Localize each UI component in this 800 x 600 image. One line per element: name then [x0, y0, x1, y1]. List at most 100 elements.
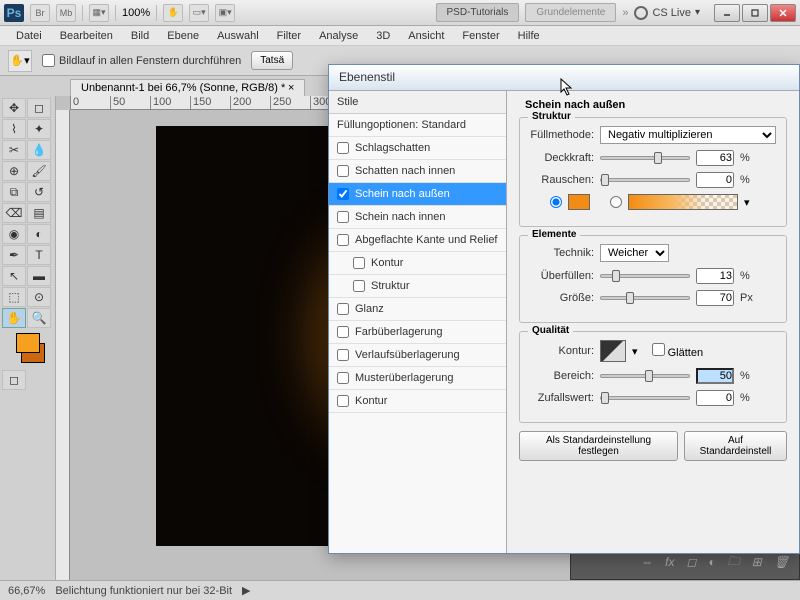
menu-3d[interactable]: 3D: [368, 28, 398, 44]
trash-icon[interactable]: 🗑: [774, 555, 789, 569]
path-select-tool[interactable]: ↖: [2, 266, 26, 286]
folder-icon[interactable]: 🗀: [728, 552, 740, 573]
maximize-button[interactable]: [742, 4, 768, 22]
contour-dropdown-icon[interactable]: ▾: [632, 345, 638, 358]
hand-tool-icon[interactable]: ✋: [163, 4, 183, 22]
move-tool[interactable]: ✥: [2, 98, 26, 118]
type-tool[interactable]: T: [27, 245, 51, 265]
menu-fenster[interactable]: Fenster: [454, 28, 507, 44]
stroke-item[interactable]: Kontur: [329, 390, 506, 413]
range-slider[interactable]: [600, 374, 690, 378]
workspace-tab-grundelemente[interactable]: Grundelemente: [525, 3, 616, 22]
bevel-item[interactable]: Abgeflachte Kante und Relief: [329, 229, 506, 252]
spread-input[interactable]: [696, 268, 734, 284]
workspace-tab-tutorials[interactable]: PSD-Tutorials: [436, 3, 520, 22]
size-slider[interactable]: [600, 296, 690, 300]
menu-filter[interactable]: Filter: [269, 28, 309, 44]
heal-tool[interactable]: ⊕: [2, 161, 26, 181]
history-brush-tool[interactable]: ↺: [27, 182, 51, 202]
marquee-tool[interactable]: ◻: [27, 98, 51, 118]
bevel-contour-item[interactable]: Kontur: [329, 252, 506, 275]
hand-tool[interactable]: ✋: [2, 308, 26, 328]
zoom-tool[interactable]: 🔍: [27, 308, 51, 328]
blur-tool[interactable]: ◉: [2, 224, 26, 244]
stamp-tool[interactable]: ⧉: [2, 182, 26, 202]
crop-tool[interactable]: ✂: [2, 140, 26, 160]
menu-analyse[interactable]: Analyse: [311, 28, 366, 44]
outer-glow-item[interactable]: Schein nach außen: [329, 183, 506, 206]
new-layer-icon[interactable]: ⊞: [752, 555, 762, 569]
opacity-slider[interactable]: [600, 156, 690, 160]
bridge-icon[interactable]: Br: [30, 4, 50, 22]
minimize-button[interactable]: [714, 4, 740, 22]
document-tab[interactable]: Unbenannt-1 bei 66,7% (Sonne, RGB/8) * ×: [70, 79, 305, 96]
menu-hilfe[interactable]: Hilfe: [510, 28, 548, 44]
actual-pixels-button[interactable]: Tatsä: [251, 51, 293, 70]
jitter-input[interactable]: [696, 390, 734, 406]
opacity-input[interactable]: [696, 150, 734, 166]
blending-options-item[interactable]: Füllungoptionen: Standard: [329, 114, 506, 137]
doc-close-icon[interactable]: ×: [288, 82, 294, 94]
workspace-more[interactable]: »: [622, 7, 628, 19]
3d-camera-tool[interactable]: ⊙: [27, 287, 51, 307]
make-default-button[interactable]: Als Standardeinstellung festlegen: [519, 431, 678, 461]
glow-color-swatch[interactable]: [568, 194, 590, 210]
menu-bild[interactable]: Bild: [123, 28, 157, 44]
mask-icon[interactable]: ◻: [686, 555, 696, 569]
noise-slider[interactable]: [600, 178, 690, 182]
inner-shadow-item[interactable]: Schatten nach innen: [329, 160, 506, 183]
glow-gradient-picker[interactable]: [628, 194, 738, 210]
brush-tool[interactable]: 🖌: [27, 161, 51, 181]
adjustment-icon[interactable]: ◐: [708, 555, 715, 569]
dodge-tool[interactable]: ◐: [27, 224, 51, 244]
antialias-checkbox[interactable]: Glätten: [652, 343, 704, 359]
lasso-tool[interactable]: ⌇: [2, 119, 26, 139]
noise-input[interactable]: [696, 172, 734, 188]
spread-slider[interactable]: [600, 274, 690, 278]
pattern-overlay-item[interactable]: Musterüberlagerung: [329, 367, 506, 390]
fx-icon[interactable]: fx: [665, 555, 674, 569]
status-arrow-icon[interactable]: ▶: [242, 584, 250, 597]
styles-header[interactable]: Stile: [329, 91, 506, 114]
3d-tool[interactable]: ⬚: [2, 287, 26, 307]
zoom-level[interactable]: 100%: [122, 7, 150, 19]
size-input[interactable]: [696, 290, 734, 306]
status-zoom[interactable]: 66,67%: [8, 585, 45, 597]
eyedropper-tool[interactable]: 💧: [27, 140, 51, 160]
inner-glow-item[interactable]: Schein nach innen: [329, 206, 506, 229]
wand-tool[interactable]: ✦: [27, 119, 51, 139]
satin-item[interactable]: Glanz: [329, 298, 506, 321]
menu-ansicht[interactable]: Ansicht: [400, 28, 452, 44]
color-swatches[interactable]: [2, 333, 53, 363]
glow-gradient-radio[interactable]: [610, 196, 622, 208]
menu-bearbeiten[interactable]: Bearbeiten: [52, 28, 121, 44]
technique-select[interactable]: Weicher: [600, 244, 669, 262]
drop-shadow-item[interactable]: Schlagschatten: [329, 137, 506, 160]
jitter-slider[interactable]: [600, 396, 690, 400]
close-button[interactable]: [770, 4, 796, 22]
link-icon[interactable]: ⇔: [641, 555, 653, 569]
bevel-texture-item[interactable]: Struktur: [329, 275, 506, 298]
gradient-tool[interactable]: ▤: [27, 203, 51, 223]
minibridge-icon[interactable]: Mb: [56, 4, 76, 22]
hand-tool-preset-icon[interactable]: ✋▾: [8, 50, 32, 72]
reset-default-button[interactable]: Auf Standardeinstell: [684, 431, 787, 461]
cslive-button[interactable]: CS Live ▾: [634, 6, 700, 20]
blend-mode-select[interactable]: Negativ multiplizieren: [600, 126, 776, 144]
shape-tool[interactable]: ▬: [27, 266, 51, 286]
arrange-icon[interactable]: ▭▾: [189, 4, 209, 22]
screen-mode-icon[interactable]: ▣▾: [215, 4, 235, 22]
menu-ebene[interactable]: Ebene: [159, 28, 207, 44]
contour-picker[interactable]: [600, 340, 626, 362]
view-extras-icon[interactable]: ▦▾: [89, 4, 109, 22]
scroll-all-checkbox[interactable]: Bildlauf in allen Fenstern durchführen: [42, 54, 241, 67]
foreground-swatch[interactable]: [16, 333, 40, 353]
quickmask-icon[interactable]: ◻: [2, 370, 26, 390]
eraser-tool[interactable]: ⌫: [2, 203, 26, 223]
gradient-dropdown-icon[interactable]: ▾: [744, 196, 750, 209]
range-input[interactable]: [696, 368, 734, 384]
color-overlay-item[interactable]: Farbüberlagerung: [329, 321, 506, 344]
glow-color-radio[interactable]: [550, 196, 562, 208]
pen-tool[interactable]: ✒: [2, 245, 26, 265]
menu-datei[interactable]: Datei: [8, 28, 50, 44]
